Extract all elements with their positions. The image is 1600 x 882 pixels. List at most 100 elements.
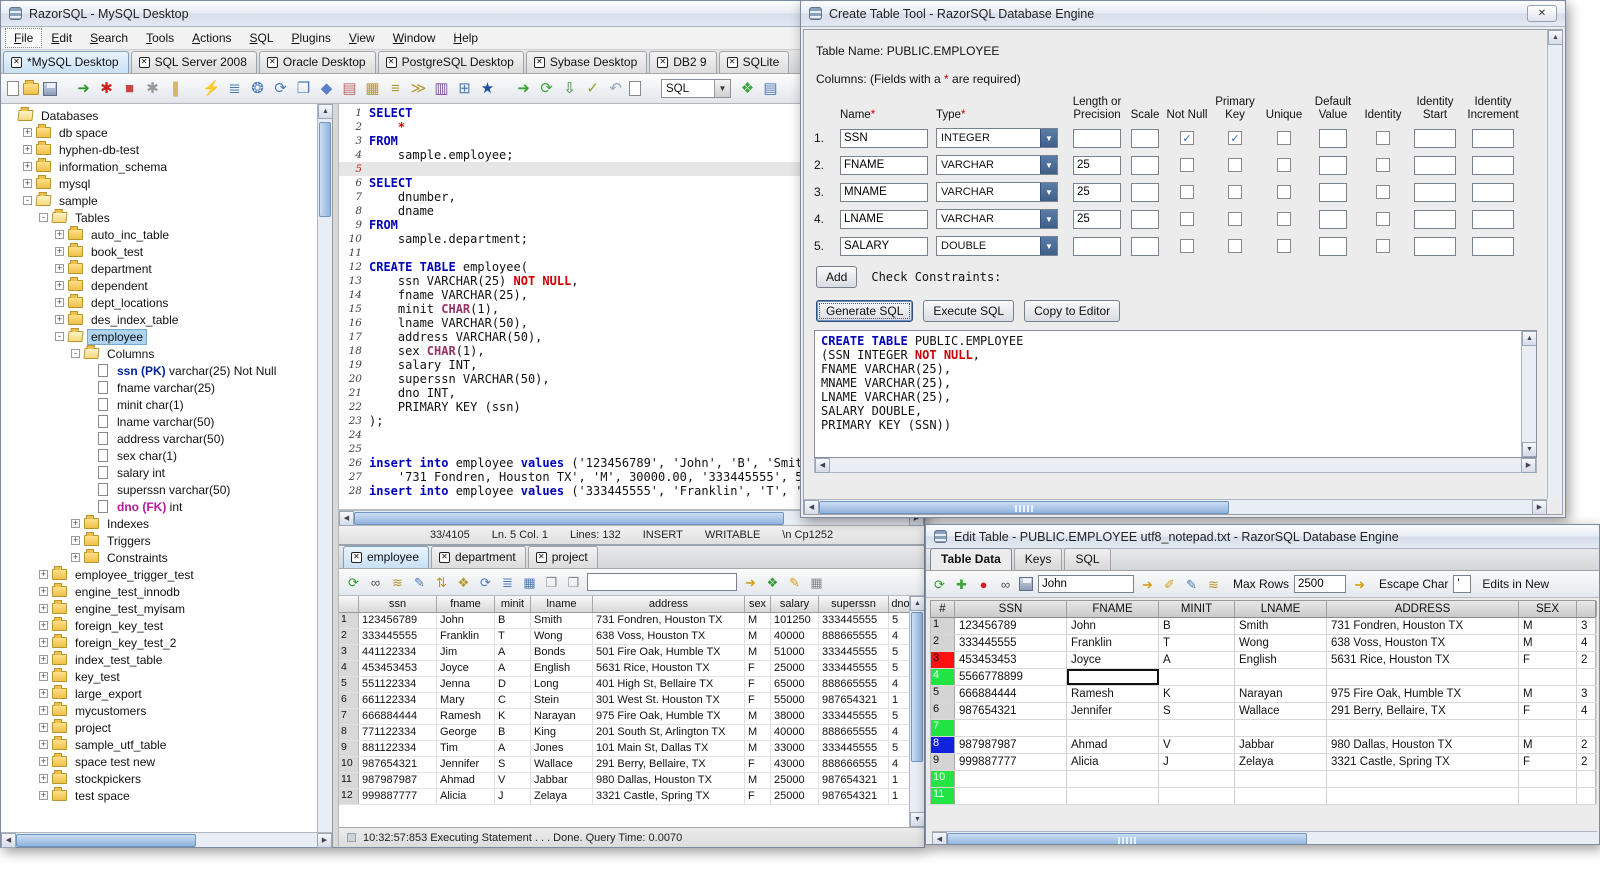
expand-icon[interactable]: + [39,604,48,613]
cell-FNAME[interactable]: Franklin [1067,635,1159,651]
edit-cell-icon[interactable]: ✎ [1183,576,1200,593]
expand-icon[interactable]: + [55,298,64,307]
tree-item-key_test[interactable]: + key_test [3,668,314,685]
identity-increment-input[interactable] [1472,236,1514,256]
columns-icon[interactable]: ▥ [432,79,451,98]
primary-key-checkbox[interactable] [1228,239,1242,253]
close-tab-icon[interactable]: ✕ [439,551,451,563]
chevron-down-icon[interactable]: ▼ [1040,237,1057,255]
tree-item-test[interactable]: + test space [3,787,314,804]
cell-salary[interactable]: 55000 [771,693,819,708]
cell-lname[interactable]: Zelaya [531,789,593,804]
identity-start-input[interactable] [1414,236,1456,256]
cell-lname[interactable]: Long [531,677,593,692]
length-precision-input[interactable] [1073,128,1121,148]
cell-fname[interactable]: Ramesh [437,709,495,724]
expand-icon[interactable]: + [39,757,48,766]
cell-fname[interactable]: Jenna [437,677,495,692]
cell-fname[interactable]: George [437,725,495,740]
collapse-icon[interactable]: - [71,349,80,358]
cell-lname[interactable]: Stein [531,693,593,708]
filter-icon[interactable]: ≋ [1205,576,1222,593]
tree-item-indexes[interactable]: + Indexes [3,515,314,532]
cell-ADDRESS[interactable] [1327,788,1519,804]
column-header-#[interactable]: # [931,601,955,617]
cell-lname[interactable]: Smith [531,613,593,628]
primary-key-checkbox[interactable] [1228,185,1242,199]
tree-item-triggers[interactable]: + Triggers [3,532,314,549]
results-grid[interactable]: ssn fname minit lname address sex salary supers… [339,596,924,827]
identity-checkbox[interactable] [1376,239,1390,253]
cell-address[interactable]: 301 West St. Houston TX [593,693,745,708]
tree-item-information_schema[interactable]: + information_schema [3,158,314,175]
cell-ADDRESS[interactable] [1327,771,1519,787]
table-row[interactable]: 11 [930,788,1597,805]
expand-icon[interactable]: + [23,162,32,171]
copy-results-icon[interactable]: ❐ [543,574,560,591]
row-number[interactable]: 4 [339,661,359,676]
cell-salary[interactable]: 25000 [771,773,819,788]
new-file-icon[interactable] [7,81,19,96]
table-row[interactable]: 11 987987987 Ahmad V Jabbar 980 Dallas, Houst… [339,773,924,789]
tree-item-tables[interactable]: - Tables [3,209,314,226]
cell-minit[interactable]: V [495,773,531,788]
generate-sql-icon[interactable]: ⊞ [455,79,474,98]
column-type-select[interactable]: DOUBLE ▼ [936,236,1058,256]
table-row[interactable]: 9 999887777 Alicia J Zelaya 3321 Castle, Spri… [930,754,1597,771]
row-number[interactable]: 9 [931,754,955,770]
refresh-query-icon[interactable]: ⟳ [477,574,494,591]
cell-FNAME[interactable] [1067,771,1159,787]
menu-tools[interactable]: Tools [137,28,183,48]
collapse-icon[interactable]: - [55,332,64,341]
refresh-table-icon[interactable]: ⟳ [931,576,948,593]
add-row-icon[interactable]: ✚ [953,576,970,593]
primary-key-checkbox[interactable] [1228,212,1242,226]
close-tab-icon[interactable]: ✕ [385,56,397,68]
cell-FNAME[interactable]: Alicia [1067,754,1159,770]
cell-sex[interactable]: M [745,645,771,660]
cell-fname[interactable]: Alicia [437,789,495,804]
cell-SSN[interactable]: 123456789 [955,618,1067,634]
expand-icon[interactable]: + [23,179,32,188]
row-number[interactable]: 6 [339,693,359,708]
table-row[interactable]: 8 987987987 Ahmad V Jabbar 980 Dallas, Housto… [930,737,1597,754]
cell-superssn[interactable]: 333445555 [819,741,889,756]
column-type-select[interactable]: INTEGER ▼ [936,128,1058,148]
expand-icon[interactable]: + [39,723,48,732]
menu-view[interactable]: View [340,28,384,48]
cell-SSN[interactable] [955,720,1067,736]
collapse-icon[interactable]: - [23,196,32,205]
column-header-minit[interactable]: minit [495,596,531,612]
cell-SEX[interactable]: F [1519,703,1577,719]
tree-item-index_test_table[interactable]: + index_test_table [3,651,314,668]
tree-item-db[interactable]: + db space [3,124,314,141]
scale-input[interactable] [1131,209,1159,229]
cell-MINIT[interactable]: V [1159,737,1235,753]
menu-help[interactable]: Help [444,28,487,48]
sql-mode-select[interactable]: SQL ▼ [661,79,731,98]
cell-salary[interactable]: 40000 [771,725,819,740]
cell-ADDRESS[interactable] [1327,669,1519,685]
column-name-input[interactable] [840,209,928,229]
cell-ssn[interactable]: 987987987 [359,773,437,788]
cell-ssn[interactable]: 333445555 [359,629,437,644]
menu-sql[interactable]: SQL [241,28,283,48]
menu-plugins[interactable]: Plugins [283,28,340,48]
expand-icon[interactable]: + [39,655,48,664]
row-number[interactable]: 1 [931,618,955,634]
tree-item-lname[interactable]: lname varchar(50) [3,413,314,430]
cell-fname[interactable]: Jim [437,645,495,660]
cell-SEX[interactable] [1519,788,1577,804]
cell-superssn[interactable]: 987654321 [819,693,889,708]
create-table-titlebar[interactable]: Create Table Tool - RazorSQL Database En… [801,1,1565,27]
tree-item-databases[interactable]: Databases [3,107,314,124]
fetch-down-icon[interactable]: ⇩ [560,79,579,98]
connection-tab-db2-9[interactable]: ✕ DB2 9 [649,51,717,73]
tree-item-sex[interactable]: sex char(1) [3,447,314,464]
cell-MINIT[interactable] [1159,720,1235,736]
table-row[interactable]: 10 [930,771,1597,788]
cell-minit[interactable]: J [495,789,531,804]
tree-item-superssn[interactable]: superssn varchar(50) [3,481,314,498]
column-header-address[interactable]: address [593,596,745,612]
cell-fname[interactable]: Mary [437,693,495,708]
